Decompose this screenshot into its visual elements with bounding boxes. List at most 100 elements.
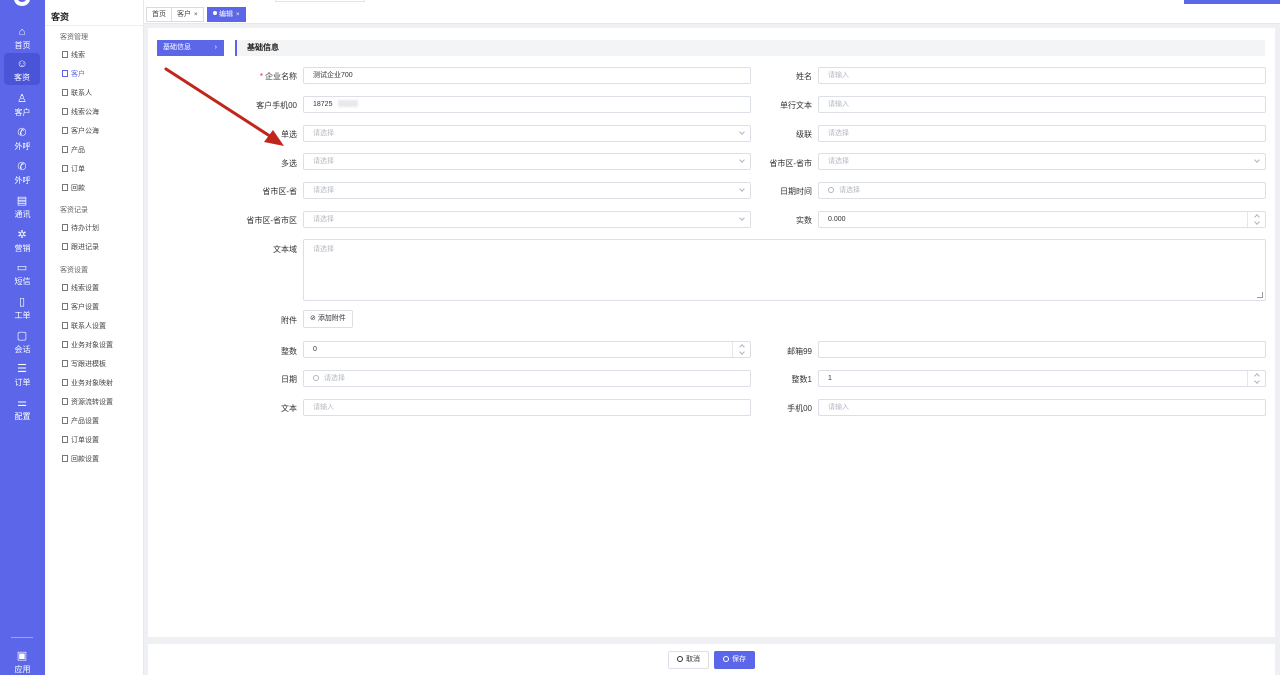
annotation-arrow-shaft xyxy=(164,67,278,142)
phone-plus-icon: ✆ xyxy=(17,161,27,173)
sidebar-item-products[interactable]: 产品 xyxy=(62,145,85,157)
region-province-label: 省市区-省 xyxy=(262,187,297,196)
sidebar-item-todo[interactable]: 待办计划 xyxy=(62,223,99,235)
single-select[interactable]: 请选择 xyxy=(303,125,751,142)
sidebar-item-followup-template[interactable]: 写跟进模板 xyxy=(62,359,106,371)
document-icon xyxy=(62,224,68,231)
edit-form-panel: 基础信息 › 基础信息 * 企业名称 测试企业700 姓名 请输入 客户手机00 1… xyxy=(148,28,1275,637)
rail-item-apps[interactable]: ▣ 应用 xyxy=(0,645,45,675)
chevron-right-icon: › xyxy=(214,44,217,51)
sidebar-item-lead-settings[interactable]: 线索设置 xyxy=(62,283,99,295)
stepper-arrows-icon[interactable] xyxy=(1247,371,1265,386)
sidebar-item-product-settings[interactable]: 产品设置 xyxy=(62,416,99,428)
rail-item-orders[interactable]: ☰ 订单 xyxy=(0,358,45,390)
date-picker[interactable]: 请选择 xyxy=(303,370,751,387)
rail-item-tickets[interactable]: ▯ 工单 xyxy=(0,291,45,323)
close-icon[interactable]: × xyxy=(194,12,198,18)
resize-grip-icon[interactable] xyxy=(1257,292,1263,298)
sidebar-item-order-settings[interactable]: 订单设置 xyxy=(62,435,99,447)
check-circle-icon xyxy=(723,656,729,662)
sidebar-group-title: 客资设置 xyxy=(60,267,88,274)
region-city-label: 省市区-省市 xyxy=(769,159,812,168)
integer-stepper[interactable]: 0 xyxy=(303,341,751,358)
sidebar-item-resource-flow[interactable]: 资源流转设置 xyxy=(62,397,113,409)
rail-item-outbound[interactable]: ✆ 外呼 xyxy=(0,122,45,154)
tab-home[interactable]: 首页 xyxy=(146,7,172,22)
stepper-arrows-icon[interactable] xyxy=(1247,212,1265,227)
rail-item-contacts[interactable]: ▤ 通讯 xyxy=(0,190,45,222)
sidebar-item-customer-pool[interactable]: 客户公海 xyxy=(62,126,99,138)
top-bar: 首页 客户 × 编辑 × xyxy=(144,0,1280,24)
chevron-down-icon xyxy=(739,186,745,192)
email99-label: 邮箱99 xyxy=(787,347,812,356)
mobile00-input[interactable]: 18725 xyxy=(303,96,751,113)
rail-item-sms[interactable]: ▭ 短信 xyxy=(0,257,45,289)
save-button[interactable]: 保存 xyxy=(714,651,755,669)
sidebar-item-followup[interactable]: 跟进记录 xyxy=(62,242,99,254)
sidebar-item-customers[interactable]: 客户 xyxy=(62,69,85,81)
document-icon xyxy=(62,89,68,96)
name-input[interactable]: 请输入 xyxy=(818,67,1266,84)
region-city-select[interactable]: 请选择 xyxy=(818,153,1266,170)
email99-input[interactable] xyxy=(818,341,1266,358)
rail-item-customer[interactable]: ♙ 客户 xyxy=(0,88,45,120)
rail-item-chat[interactable]: ▢ 会话 xyxy=(0,325,45,357)
rail-item-outbound-2[interactable]: ✆ 外呼 xyxy=(0,156,45,188)
stepper-arrows-icon[interactable] xyxy=(732,342,750,357)
region-province-select[interactable]: 请选择 xyxy=(303,182,751,199)
single-text-input[interactable]: 请输入 xyxy=(818,96,1266,113)
sidebar-item-contact-settings[interactable]: 联系人设置 xyxy=(62,321,106,333)
sidebar-group-title: 客资记录 xyxy=(60,207,88,214)
integer1-stepper[interactable]: 1 xyxy=(818,370,1266,387)
sidebar-title: 客资 xyxy=(51,12,70,22)
contacts-icon: ▤ xyxy=(16,195,28,207)
integer1-label: 整数1 xyxy=(791,375,812,384)
chevron-down-icon xyxy=(739,215,745,221)
sidebar-item-payment-settings[interactable]: 回款设置 xyxy=(62,454,99,466)
region-full-select[interactable]: 请选择 xyxy=(303,211,751,228)
add-attachment-button[interactable]: ⊘ 添加附件 xyxy=(303,310,353,328)
rail-item-home[interactable]: ⌂ 首页 xyxy=(0,21,45,53)
text-area[interactable]: 请选择 xyxy=(303,239,1266,301)
multi-select[interactable]: 请选择 xyxy=(303,153,751,170)
order-icon: ☰ xyxy=(17,363,27,375)
sidebar-item-object-settings[interactable]: 业务对象设置 xyxy=(62,340,113,352)
name-label: 姓名 xyxy=(796,72,812,81)
annotation-arrow-head xyxy=(264,130,284,146)
attachment-label: 附件 xyxy=(281,316,297,325)
rail-divider xyxy=(11,637,33,638)
sidebar-item-leads[interactable]: 线索 xyxy=(62,50,85,62)
rail-item-config[interactable]: ⚌ 配置 xyxy=(0,392,45,424)
sidebar-item-contacts[interactable]: 联系人 xyxy=(62,88,92,100)
document-icon xyxy=(62,146,68,153)
datetime-picker[interactable]: 请选择 xyxy=(818,182,1266,199)
document-icon xyxy=(62,341,68,348)
cancel-button[interactable]: 取消 xyxy=(668,651,709,669)
datetime-label: 日期时间 xyxy=(780,187,812,196)
sidebar-item-payments[interactable]: 回款 xyxy=(62,183,85,195)
cascade-select[interactable]: 请选择 xyxy=(818,125,1266,142)
close-icon[interactable]: × xyxy=(236,12,240,18)
apps-icon: ▣ xyxy=(16,650,28,662)
tab-edit[interactable]: 编辑 × xyxy=(207,7,246,22)
single-text-label: 单行文本 xyxy=(780,101,812,110)
document-icon xyxy=(62,379,68,386)
step-basic-info[interactable]: 基础信息 › xyxy=(157,40,224,56)
text-input[interactable]: 请输入 xyxy=(303,399,751,416)
top-search-field[interactable] xyxy=(275,0,365,2)
sidebar-item-customer-settings[interactable]: 客户设置 xyxy=(62,302,99,314)
sidebar-item-orders[interactable]: 订单 xyxy=(62,164,85,176)
document-icon xyxy=(62,184,68,191)
company-name-input[interactable]: 测试企业700 xyxy=(303,67,751,84)
chevron-down-icon xyxy=(739,157,745,163)
mobile00b-input[interactable]: 请输入 xyxy=(818,399,1266,416)
date-label: 日期 xyxy=(281,375,297,384)
rail-item-marketing[interactable]: ✲ 营销 xyxy=(0,224,45,256)
real-number-stepper[interactable]: 0.000 xyxy=(818,211,1266,228)
sidebar-item-lead-pool[interactable]: 线索公海 xyxy=(62,107,99,119)
tab-customer[interactable]: 客户 × xyxy=(171,7,204,22)
sidebar-item-object-mapping[interactable]: 业务对象映射 xyxy=(62,378,113,390)
sms-icon: ▭ xyxy=(16,262,28,274)
rail-item-leads[interactable]: ☺ 客资 xyxy=(4,53,40,85)
document-icon xyxy=(62,303,68,310)
